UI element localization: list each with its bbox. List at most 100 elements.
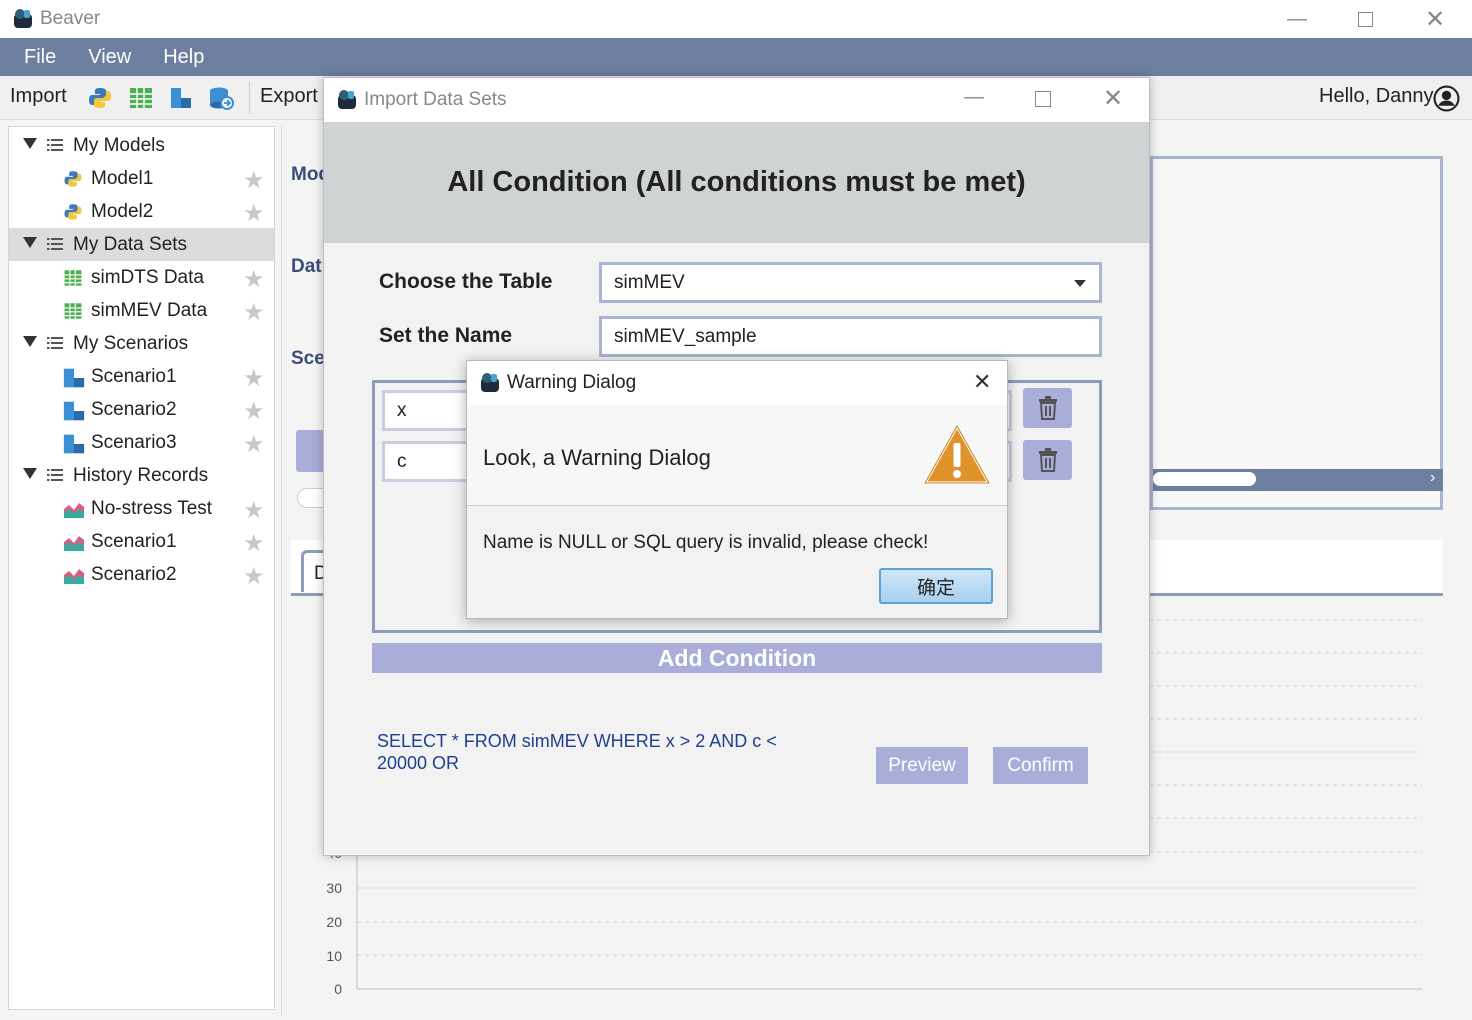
horizontal-scrollbar[interactable]: › xyxy=(1153,469,1443,491)
star-icon[interactable]: ★ xyxy=(243,265,265,294)
tree-group-label: My Data Sets xyxy=(73,233,188,255)
greeting: Hello, Danny xyxy=(1319,85,1434,107)
tree-item-history-scenario2[interactable]: Scenario2 ★ xyxy=(9,558,274,591)
delete-condition-button[interactable] xyxy=(1023,388,1072,428)
minimize-button[interactable]: — xyxy=(1262,0,1332,38)
python-icon[interactable] xyxy=(87,85,113,111)
tree-item-history-scenario1[interactable]: Scenario1 ★ xyxy=(9,525,274,558)
database-import-icon[interactable] xyxy=(208,85,234,111)
close-icon: ✕ xyxy=(1424,5,1446,33)
scrollbar-thumb[interactable] xyxy=(1153,472,1256,486)
scenario-icon xyxy=(63,401,85,421)
tree-item-scenario1[interactable]: Scenario1 ★ xyxy=(9,360,274,393)
expand-arrow-icon[interactable] xyxy=(23,468,37,479)
maximize-icon xyxy=(1357,11,1373,27)
warning-header: Look, a Warning Dialog xyxy=(467,405,1007,506)
star-icon[interactable]: ★ xyxy=(243,199,265,228)
expand-arrow-icon[interactable] xyxy=(23,336,37,347)
tree-item-model1[interactable]: Model1 ★ xyxy=(9,162,274,195)
menu-view[interactable]: View xyxy=(88,46,131,69)
tree-item-label: Model2 xyxy=(91,200,154,222)
star-icon[interactable]: ★ xyxy=(243,298,265,327)
close-button[interactable]: ✕ xyxy=(1400,0,1470,38)
star-icon[interactable]: ★ xyxy=(243,397,265,426)
menu-file[interactable]: File xyxy=(24,46,56,69)
scenario-icon[interactable] xyxy=(168,85,194,111)
tree-item-label: Scenario1 xyxy=(91,365,177,387)
toolbar-divider xyxy=(249,82,250,114)
minimize-icon[interactable]: — xyxy=(964,86,984,109)
beaver-logo-icon xyxy=(14,9,32,28)
condition-value: c xyxy=(397,450,407,472)
star-icon[interactable]: ★ xyxy=(243,166,265,195)
scenario-icon xyxy=(63,434,85,454)
confirm-button[interactable]: Confirm xyxy=(993,747,1088,784)
tree-group-my-models[interactable]: My Models xyxy=(9,129,274,162)
set-name-label: Set the Name xyxy=(379,324,513,347)
app-title-bar: Beaver — ✕ xyxy=(0,0,1472,38)
dropdown-arrow-icon[interactable] xyxy=(1074,280,1086,287)
delete-condition-button[interactable] xyxy=(1023,440,1072,480)
sql-preview-text: SELECT * FROM simMEV WHERE x > 2 AND c <… xyxy=(377,731,777,773)
area-chart-icon xyxy=(64,536,84,551)
tree-item-no-stress-test[interactable]: No-stress Test ★ xyxy=(9,492,274,525)
star-icon[interactable]: ★ xyxy=(243,430,265,459)
maximize-icon[interactable] xyxy=(1035,91,1051,107)
close-icon[interactable]: ✕ xyxy=(973,369,991,395)
tree-item-label: No-stress Test xyxy=(91,497,213,519)
warning-title: Warning Dialog xyxy=(507,372,637,393)
star-icon[interactable]: ★ xyxy=(243,496,265,525)
maximize-button[interactable] xyxy=(1330,0,1400,38)
area-chart-icon xyxy=(64,503,84,518)
expand-arrow-icon[interactable] xyxy=(23,237,37,248)
y-tick-label: 0 xyxy=(334,981,342,997)
add-condition-button[interactable]: Add Condition xyxy=(372,643,1102,673)
table-icon xyxy=(64,303,82,319)
menu-bar: File View Help xyxy=(0,38,1472,76)
minimize-icon: — xyxy=(1287,7,1307,30)
expand-arrow-icon[interactable] xyxy=(23,138,37,149)
list-icon xyxy=(47,469,63,481)
user-avatar-icon[interactable] xyxy=(1433,85,1460,112)
scenario-icon xyxy=(63,368,85,388)
tree-group-my-data-sets[interactable]: My Data Sets xyxy=(9,228,274,261)
list-icon xyxy=(47,139,63,151)
preview-panel: › xyxy=(1150,156,1443,510)
set-name-input[interactable]: simMEV_sample xyxy=(599,316,1102,357)
tree-item-simdts-data[interactable]: simDTS Data ★ xyxy=(9,261,274,294)
tree-group-history-records[interactable]: History Records xyxy=(9,459,274,492)
warning-header-text: Look, a Warning Dialog xyxy=(483,445,711,470)
tree-item-label: Scenario2 xyxy=(91,398,177,420)
beaver-logo-icon xyxy=(481,373,499,392)
tree-item-simmev-data[interactable]: simMEV Data ★ xyxy=(9,294,274,327)
y-tick-label: 20 xyxy=(326,914,342,930)
sidebar-tree: My Models Model1 ★ Model2 ★ My Data Sets… xyxy=(8,126,275,1010)
python-icon xyxy=(64,171,82,187)
table-icon xyxy=(64,270,82,286)
warning-title-bar: Warning Dialog ✕ xyxy=(467,361,1007,405)
scroll-right-icon[interactable]: › xyxy=(1430,469,1435,487)
table-icon[interactable] xyxy=(128,85,154,111)
ok-button[interactable]: 确定 xyxy=(879,568,993,604)
warning-icon xyxy=(923,424,991,485)
tree-item-model2[interactable]: Model2 ★ xyxy=(9,195,274,228)
tree-item-scenario2[interactable]: Scenario2 ★ xyxy=(9,393,274,426)
star-icon[interactable]: ★ xyxy=(243,364,265,393)
tree-group-label: My Scenarios xyxy=(73,332,189,354)
dialog-title: Import Data Sets xyxy=(364,89,507,110)
tree-group-my-scenarios[interactable]: My Scenarios xyxy=(9,327,274,360)
menu-help[interactable]: Help xyxy=(163,46,204,69)
tree-item-label: Scenario3 xyxy=(91,431,177,453)
export-button[interactable]: Export xyxy=(260,85,318,108)
star-icon[interactable]: ★ xyxy=(243,562,265,591)
preview-button[interactable]: Preview xyxy=(876,747,968,784)
tree-item-scenario3[interactable]: Scenario3 ★ xyxy=(9,426,274,459)
list-icon xyxy=(47,337,63,349)
y-tick-label: 10 xyxy=(326,948,342,964)
star-icon[interactable]: ★ xyxy=(243,529,265,558)
select-value: simMEV xyxy=(614,271,685,293)
python-icon xyxy=(64,204,82,220)
choose-table-select[interactable]: simMEV xyxy=(599,262,1102,303)
close-icon[interactable]: ✕ xyxy=(1103,84,1123,113)
trash-icon xyxy=(1038,396,1057,420)
